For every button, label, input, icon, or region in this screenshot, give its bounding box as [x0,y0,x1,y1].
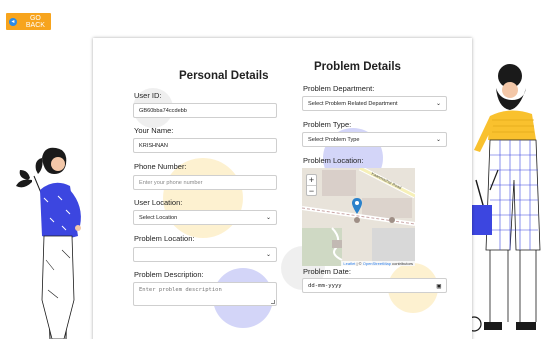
user-location-select[interactable]: Select Location ⌄ [133,210,277,225]
user-location-value: Select Location [139,214,178,221]
type-select[interactable]: Select Problem Type ⌄ [302,132,447,147]
chevron-down-icon: ⌄ [435,137,441,143]
plant-icon [16,158,45,201]
name-label: Your Name: [134,126,174,135]
description-textarea[interactable]: Enter problem description [133,282,277,306]
user-location-label: User Location: [134,198,183,207]
date-placeholder: dd-mm-yyyy [308,282,342,289]
department-label: Problem Department: [303,84,375,93]
user-id-label: User ID: [134,91,162,100]
user-id-field[interactable]: GB60bba74ccdebb [133,103,277,118]
attribution-tail: contributors [390,261,413,266]
phone-input[interactable]: Enter your phone number [133,175,277,190]
problem-location-select[interactable]: ⌄ [133,247,277,262]
type-value: Select Problem Type [308,136,360,143]
map-zoom-control: + − [306,174,317,196]
description-label: Problem Description: [134,270,204,279]
problem-details-title: Problem Details [314,61,401,73]
map-zoom-out-button[interactable]: − [307,185,316,196]
personal-details-title: Personal Details [179,70,269,82]
type-label: Problem Type: [303,120,352,129]
chevron-down-icon: ⌄ [265,252,271,258]
go-back-button[interactable]: ◂ GO BACK [6,13,51,30]
description-placeholder: Enter problem description [139,287,222,293]
problem-location-label-left: Problem Location: [134,234,195,243]
name-field[interactable]: KRISHNAN [133,138,277,153]
chevron-down-icon: ⌄ [265,215,271,221]
map-zoom-in-button[interactable]: + [307,175,316,185]
problem-location-map[interactable]: Kaanmazhai Road + − Leaflet | © OpenStre… [302,168,415,266]
attribution-separator: | © [355,261,363,266]
department-value: Select Problem Related Department [308,100,398,107]
leaflet-link[interactable]: Leaflet [343,261,355,266]
department-select[interactable]: Select Problem Related Department ⌄ [302,96,447,111]
go-back-label: GO BACK [25,14,45,29]
date-label: Problem Date: [303,267,351,276]
problem-location-label-right: Problem Location: [303,156,364,165]
map-marker-icon[interactable] [352,198,362,214]
left-illustration [16,147,81,339]
phone-label: Phone Number: [134,162,187,171]
date-input[interactable]: dd-mm-yyyy ▣ [302,278,447,293]
right-illustration [470,64,541,332]
osm-link[interactable]: OpenStreetMap [363,261,391,266]
arrow-left-circle-icon: ◂ [9,17,17,26]
calendar-icon[interactable]: ▣ [437,282,441,290]
chevron-down-icon: ⌄ [435,101,441,107]
map-attribution: Leaflet | © OpenStreetMap contributors [341,261,415,266]
complaint-form-card: Personal Details User ID: GB60bba74ccdeb… [93,38,472,339]
resize-handle-icon[interactable] [271,300,275,304]
